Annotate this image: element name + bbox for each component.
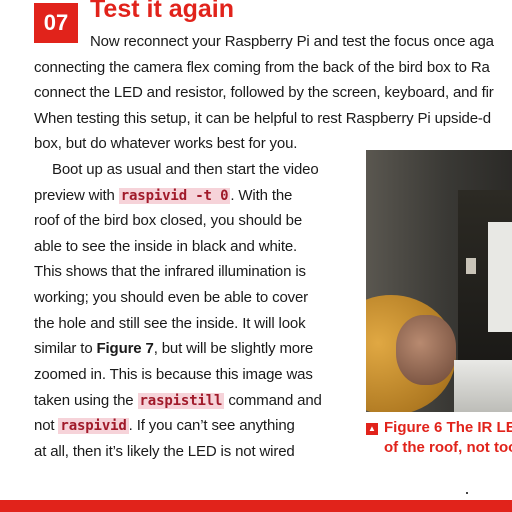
caption-line-2: of the roof, not too (384, 439, 512, 456)
para2-line-5: This shows that the infrared illuminatio… (34, 263, 306, 280)
text-segment: , but will be slightly more (153, 340, 314, 357)
text-segment: taken using the (34, 392, 138, 409)
caption-line-1: ▲ Figure 6 The IR LE (366, 418, 512, 438)
para2-line-6: working; you should even be able to cove… (34, 289, 309, 306)
para2-line-7: the hole and still see the inside. It wi… (34, 315, 306, 332)
footer-bar (0, 500, 512, 512)
section-heading: Test it again (90, 0, 235, 23)
para2-line-10: taken using the raspistill command and (34, 388, 322, 414)
text-segment: similar to (34, 340, 97, 357)
text-segment: . With the (230, 187, 293, 204)
text-segment: preview with (34, 187, 119, 204)
para2-line-8: similar to Figure 7, but will be slightl… (34, 336, 313, 362)
code-raspistill-command: raspistill (137, 393, 225, 409)
page-dot (466, 492, 468, 494)
para2-line-2: preview with raspivid -t 0. With the (34, 183, 292, 209)
white-cable (454, 360, 512, 412)
para1-line-5: box, but do whatever works best for you. (34, 135, 298, 152)
text-segment: command and (224, 392, 322, 409)
para2-line-11: not raspivid. If you can’t see anything (34, 413, 295, 439)
figure-reference: Figure 7 (96, 340, 154, 357)
figure-caption: ▲ Figure 6 The IR LE of the roof, not too (366, 418, 512, 458)
caption-triangle-icon: ▲ (366, 423, 378, 435)
text-segment: not (34, 417, 59, 434)
white-label (488, 222, 512, 332)
thumb (396, 315, 456, 385)
code-raspivid-command: raspivid (58, 418, 129, 434)
section-number-badge: 07 (34, 3, 78, 43)
caption-text: The IR LE (442, 419, 512, 436)
code-raspivid-command: raspivid -t 0 (118, 188, 231, 204)
para2-line-12: at all, then it’s likely the LED is not … (34, 443, 295, 460)
para2-line-4: able to see the inside in black and whit… (34, 238, 298, 255)
text-segment: . If you can’t see anything (128, 417, 295, 434)
camera-chip (466, 258, 476, 274)
para1-line-1: Now reconnect your Raspberry Pi and test… (90, 33, 494, 50)
para2-line-1: Boot up as usual and then start the vide… (52, 161, 319, 178)
para2-line-9: zoomed in. This is because this image wa… (34, 366, 313, 383)
figure-6-photo (366, 150, 512, 412)
para1-line-3: connect the LED and resistor, followed b… (34, 84, 494, 101)
para1-line-2: connecting the camera flex coming from t… (34, 59, 490, 76)
caption-figure-label: Figure 6 (384, 419, 443, 436)
para2-line-3: roof of the bird box closed, you should … (34, 212, 303, 229)
para1-line-4: When testing this setup, it can be helpf… (34, 110, 491, 127)
